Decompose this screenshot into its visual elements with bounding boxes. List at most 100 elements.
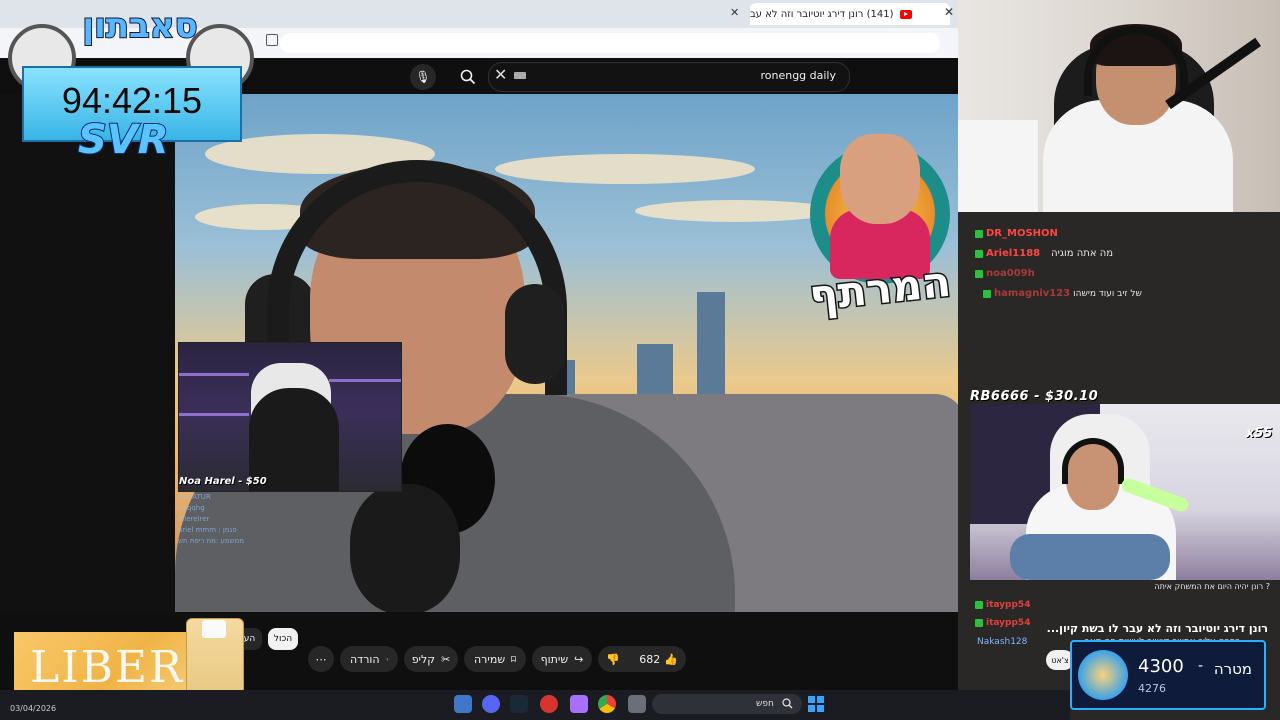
streamer-jeans <box>1010 534 1170 580</box>
steam-icon[interactable] <box>510 695 528 713</box>
chat-row: DR_MOSHON <box>975 228 1061 239</box>
youtube-icon <box>899 9 912 19</box>
share-button[interactable]: ↪ שיתוף <box>532 646 592 672</box>
taskbar <box>0 690 1070 720</box>
microphone-icon: 🎙 <box>415 70 431 84</box>
streamer-name-logo: סאבתון <box>81 5 198 47</box>
chat-message: של זיב ועוד מישהו <box>1073 288 1142 299</box>
voice-search-icon[interactable]: 🎙 <box>410 64 436 90</box>
chat-row: itaypp54 <box>975 600 1030 610</box>
more-button[interactable]: ⋯ <box>308 646 334 672</box>
skyscraper <box>697 292 725 404</box>
donation-label: RB6666 - $30.10 <box>970 389 1099 404</box>
cloud <box>495 154 755 184</box>
link-icon[interactable] <box>266 34 278 46</box>
share-icon: ↪ <box>574 652 584 666</box>
goal-label: מטרה <box>1213 660 1252 678</box>
tab-title: (141) רונן דירג יוטיובר וזה לא עב <box>750 8 894 20</box>
search-button[interactable] <box>454 64 482 90</box>
download-button[interactable]: הורדה <box>340 646 398 672</box>
browser-tab[interactable]: (141) רונן דירג יוטיובר וזה לא עב ✕ <box>730 3 950 25</box>
like-button[interactable]: 682 👍 <box>639 653 678 666</box>
streamer-webcam <box>958 0 1280 212</box>
calculator-icon[interactable] <box>454 695 472 713</box>
chat-message: רונן יהיה היום את המשחק איתה ? <box>1154 582 1270 591</box>
badge-icon <box>975 601 983 609</box>
badge-icon <box>975 249 983 258</box>
bookmark-icon <box>511 656 516 663</box>
chip-all[interactable]: הכול <box>268 628 298 650</box>
goal-target: 4276 <box>1138 682 1166 695</box>
inset-chat-line: ellerelrer <box>178 515 210 523</box>
logo-character-face <box>840 134 920 224</box>
app-icon[interactable] <box>540 695 558 713</box>
chat-row: Ariel1188 מה אתה מוגיה <box>975 248 1113 259</box>
inset-chat-line: GUYATUR <box>178 493 211 501</box>
window-icon[interactable] <box>628 695 646 713</box>
inset-chat-line: ממשמע :מת ריפת תש <box>178 537 245 545</box>
badge-icon <box>975 229 983 238</box>
clip-button[interactable]: ✂ קליפ <box>404 646 458 672</box>
shelf-light <box>329 379 401 382</box>
tab-close-button[interactable]: ✕ <box>730 6 739 19</box>
shelf-light <box>179 373 249 376</box>
windows-start-icon[interactable] <box>808 696 824 712</box>
chat-row: noa009h <box>975 268 1038 279</box>
url-field[interactable] <box>280 33 940 53</box>
show-logo: המרתף <box>790 134 958 344</box>
like-count: 682 <box>639 652 661 666</box>
taskbar-search-label: חפש <box>756 699 774 709</box>
goal-current: 4300 <box>1138 656 1184 677</box>
badge-icon <box>983 289 991 298</box>
download-icon <box>385 657 388 661</box>
chat-username: itaypp54 <box>986 600 1031 610</box>
stream-chat: DR_MOSHON Ariel1188 מה אתה מוגיה noa009h … <box>975 212 1280 392</box>
second-webcam <box>970 404 1280 580</box>
shelf-light <box>179 413 249 416</box>
headphone-cup <box>505 284 565 384</box>
svr-label: SVR <box>77 117 170 163</box>
subathon-timer: 94:42:15 <box>61 80 203 121</box>
goal-avatar <box>1078 650 1128 700</box>
comment-author[interactable]: Nakash128 <box>977 637 1027 647</box>
scissors-icon: ✂ <box>441 652 451 666</box>
sub-goal-widget: 4300 - 4276 מטרה <box>1070 640 1266 710</box>
goal-separator: - <box>1198 658 1204 674</box>
chat-username: noa009h <box>986 268 1035 279</box>
chat-username: DR_MOSHON <box>986 228 1058 239</box>
show-logo-title: המרתף <box>806 255 955 322</box>
chat-username: Ariel1188 <box>986 248 1041 259</box>
inset-webcam <box>178 342 402 492</box>
chat-message: מה אתה מוגיה <box>1051 248 1114 259</box>
chat-row: רונן יהיה היום את המשחק איתה ? <box>1154 582 1270 591</box>
badge-icon <box>975 269 983 278</box>
search-icon <box>782 698 793 709</box>
bed <box>958 120 1038 212</box>
badge-icon <box>975 619 983 627</box>
discord-icon[interactable] <box>482 695 500 713</box>
chat-username: hamagniv123 <box>994 288 1071 299</box>
clip-label: קליפ <box>411 652 436 666</box>
download-label: הורדה <box>350 652 380 666</box>
dislike-icon[interactable]: 👎 <box>606 653 620 666</box>
share-label: שיתוף <box>540 652 569 666</box>
taskbar-date: 03/04/2026 <box>10 704 57 713</box>
inset-chat-line: hqqqhg <box>178 504 205 512</box>
clear-search-button[interactable]: ✕ <box>494 65 507 84</box>
like-icon: 👍 <box>664 652 678 666</box>
window-close-button[interactable]: ✕ <box>944 5 954 19</box>
save-button[interactable]: שמירה <box>464 646 526 672</box>
chat-row: hamagniv123 של זיב ועוד מישהו <box>983 288 1142 299</box>
twitch-icon[interactable] <box>570 695 588 713</box>
inset-donation-label: Noa Harel - $50 <box>179 476 267 487</box>
perfume-cap <box>202 620 226 638</box>
inset-chat-line: ariel mmm : פגמן <box>178 526 237 534</box>
video-title: רונן דירג יוטיובר וזה לא עבר לו בשת קיון… <box>1046 622 1268 635</box>
multiplier-badge: x55 <box>1246 426 1273 441</box>
taskbar-search[interactable] <box>652 694 802 714</box>
save-label: שמירה <box>474 652 506 666</box>
search-query-text: ronengg daily <box>760 69 836 82</box>
left-dark-area <box>0 94 175 614</box>
chrome-icon[interactable] <box>598 695 616 713</box>
keyboard-icon[interactable] <box>514 72 526 79</box>
